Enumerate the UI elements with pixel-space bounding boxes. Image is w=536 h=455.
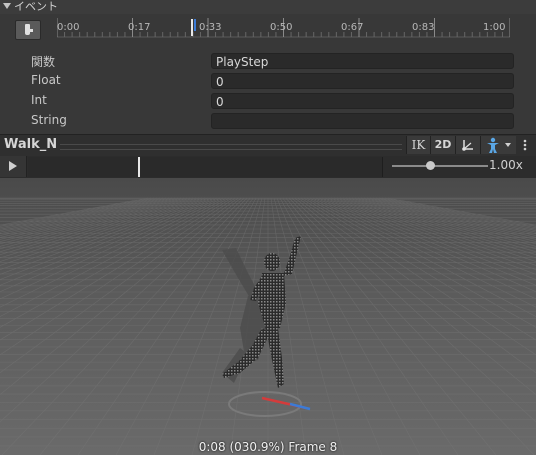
tick-label: 0:17 [128, 22, 151, 33]
float-label: Float [31, 73, 61, 87]
function-label: 関数 [31, 55, 56, 69]
play-icon [9, 161, 17, 171]
string-label: String [31, 113, 67, 127]
events-section-title: イベント [14, 0, 58, 13]
function-field[interactable]: PlayStep [211, 53, 514, 69]
toolbar-separator [60, 144, 402, 150]
timeline-playhead[interactable] [191, 19, 193, 36]
int-label: Int [31, 93, 47, 107]
event-marker[interactable] [194, 19, 196, 31]
more-icon [523, 139, 527, 151]
tick-label: 1:00 [483, 22, 506, 33]
tick-label: 0:33 [199, 22, 222, 33]
ik-toggle-button[interactable]: IK [406, 136, 430, 154]
tick-label: 0:67 [341, 22, 364, 33]
tick-label: 0:83 [412, 22, 435, 33]
add-event-icon-plus [30, 29, 33, 32]
pivot-button[interactable] [455, 136, 480, 154]
events-section-header[interactable]: イベント [0, 0, 536, 14]
int-field[interactable]: 0 [211, 93, 514, 109]
scrub-playhead[interactable] [138, 157, 141, 177]
tick-label: 0:00 [57, 22, 80, 33]
frame-readout: 0:08 (030.9%) Frame 8 [198, 440, 338, 454]
add-event-button[interactable] [15, 20, 41, 40]
more-options-button[interactable] [517, 136, 534, 154]
preview-viewport[interactable] [0, 178, 536, 455]
2d-toggle-button[interactable]: 2D [430, 136, 455, 154]
avatar-dropdown-button[interactable] [480, 136, 516, 154]
float-field[interactable]: 0 [211, 73, 514, 89]
preview-scene [0, 178, 536, 455]
speed-slider[interactable] [392, 165, 488, 167]
scrub-timeline[interactable] [28, 157, 383, 177]
pivot-icon [462, 140, 473, 151]
collapse-arrow-icon[interactable] [3, 3, 11, 9]
clip-name: Walk_N [4, 137, 58, 152]
speed-value: 1.00x [489, 158, 523, 172]
string-field[interactable] [211, 113, 514, 129]
event-timeline-ruler[interactable]: 0:00 0:17 0:33 0:50 0:67 0:83 1:00 [57, 14, 510, 44]
chevron-down-icon [505, 143, 511, 147]
avatar-icon [487, 137, 511, 153]
play-button[interactable] [0, 156, 27, 177]
tick-label: 0:50 [270, 22, 293, 33]
